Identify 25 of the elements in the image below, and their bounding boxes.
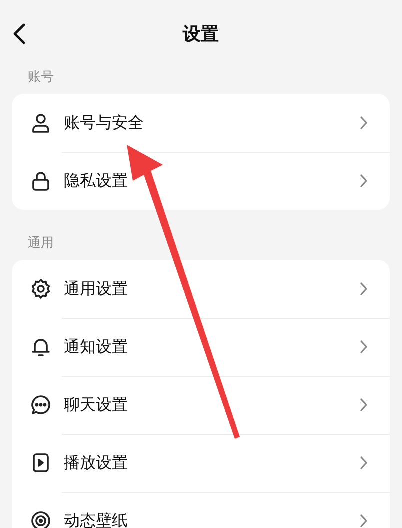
phone-play-icon [30, 452, 52, 474]
lock-icon [30, 170, 52, 192]
chevron-right-icon [360, 398, 368, 412]
chat-bubble-icon [30, 394, 52, 416]
settings-item[interactable]: 隐私设置 [12, 152, 390, 210]
settings-item[interactable]: 通知设置 [12, 318, 390, 376]
chevron-right-icon [360, 456, 368, 470]
chevron-right-icon [360, 282, 368, 296]
settings-item[interactable]: 动态壁纸 [12, 492, 390, 528]
settings-item[interactable]: 聊天设置 [12, 376, 390, 434]
section-label: 账号 [27, 69, 55, 87]
settings-icon [30, 278, 52, 300]
chevron-right-icon [360, 514, 368, 528]
settings-item[interactable]: 账号与安全 [12, 94, 390, 152]
chevron-right-icon [360, 174, 368, 188]
bell-icon [30, 336, 52, 358]
settings-item[interactable]: 播放设置 [12, 434, 390, 492]
person-icon [30, 112, 52, 134]
section-label: 通用 [27, 235, 55, 253]
back-icon[interactable] [12, 23, 26, 45]
settings-item[interactable]: 通用设置 [12, 260, 390, 318]
page-title: 设置 [183, 23, 219, 46]
chevron-right-icon [360, 340, 368, 354]
target-icon [30, 510, 52, 528]
chevron-right-icon [360, 116, 368, 130]
